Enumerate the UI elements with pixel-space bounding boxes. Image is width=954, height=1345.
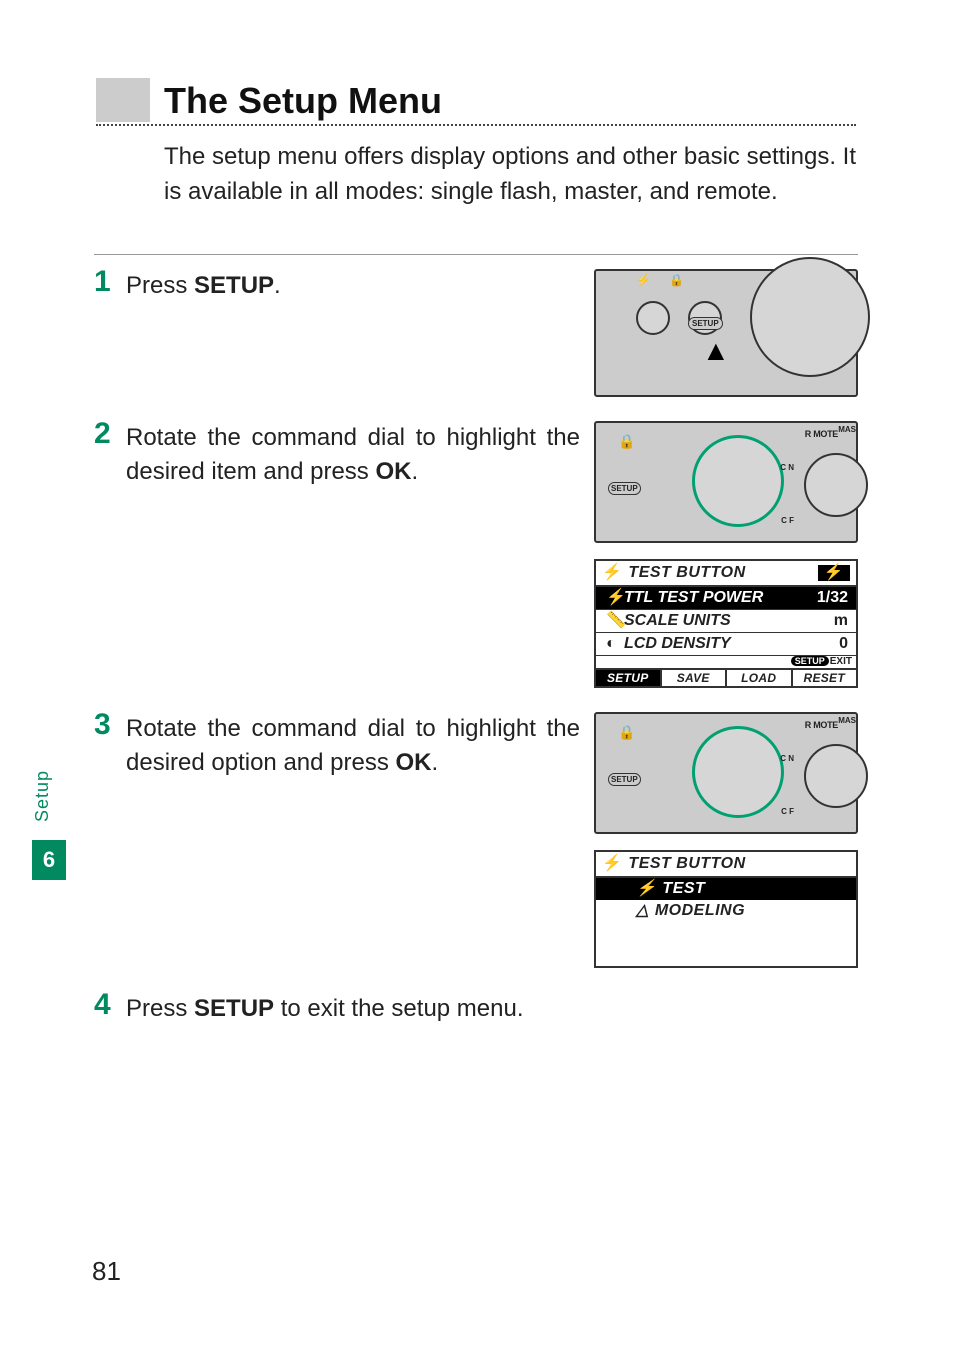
flash-icon: ⚡ — [636, 273, 651, 287]
lcd-title: TEST BUTTON — [628, 856, 745, 872]
master-label: MAS — [838, 425, 856, 434]
step-3: 3 Rotate the command dial to highlight t… — [94, 712, 858, 968]
setup-label: SETUP — [608, 482, 641, 495]
step-number: 3 — [94, 708, 126, 968]
lcd-setup-menu: ⚡ TEST BUTTON ⚡ ⚡ TTL TEST POWER 1/32 📏 … — [594, 559, 858, 688]
flash-icon: ⚡ — [636, 881, 656, 897]
remote-label: R MOTE — [805, 429, 838, 439]
foot-setup: SETUP — [596, 670, 662, 686]
up-arrow-icon: ▲ — [702, 335, 730, 367]
menu-row-scale-units: 📏 SCALE UNITS m — [596, 610, 856, 633]
heading-marker — [96, 78, 150, 122]
command-dial-highlight — [692, 435, 784, 527]
flash-icon: ⚡ — [602, 856, 622, 872]
setup-label: SETUP — [688, 317, 723, 330]
off-label: C F — [781, 516, 794, 525]
on-label: C N — [780, 754, 794, 763]
off-label: C F — [781, 807, 794, 816]
menu-row-lcd-density: ◐ LCD DENSITY 0 — [596, 633, 856, 656]
lcd-footer: SETUP SAVE LOAD RESET — [596, 670, 856, 686]
step-number: 2 — [94, 417, 126, 688]
foot-load: LOAD — [727, 670, 793, 686]
heading-block: The Setup Menu The setup menu offers dis… — [96, 78, 856, 210]
side-tab: Setup 6 — [32, 770, 66, 880]
device-illustration-dial: 🔒 SETUP R MOTE MAS C N C F — [594, 421, 858, 543]
scale-icon: 📏 — [606, 613, 624, 629]
flash-button — [636, 301, 670, 335]
setup-label: SETUP — [608, 773, 641, 786]
step-4: 4 Press SETUP to exit the setup menu. — [94, 992, 858, 1026]
foot-save: SAVE — [662, 670, 728, 686]
on-label: C N — [780, 463, 794, 472]
section-label: Setup — [32, 770, 53, 822]
heading-underline — [96, 124, 856, 126]
master-label: MAS — [838, 716, 856, 725]
chapter-number: 6 — [32, 840, 66, 880]
device-illustration-setup-button: ⚡ 🔒 SETUP ▲ — [594, 269, 858, 397]
step-2: 2 Rotate the command dial to highlight t… — [94, 421, 858, 688]
step-text: Rotate the command dial to highlight the… — [126, 712, 594, 968]
step-text: Press SETUP. — [126, 269, 594, 397]
lock-icon: 🔒 — [618, 724, 635, 741]
flash-icon: ⚡ — [602, 565, 622, 581]
modeling-icon: △ — [636, 903, 649, 919]
steps-list: 1 Press SETUP. ⚡ 🔒 SETUP ▲ — [94, 254, 858, 1050]
intro-text: The setup menu offers display options an… — [164, 140, 856, 210]
device-illustration-dial: 🔒 SETUP R MOTE MAS C N C F — [594, 712, 858, 834]
foot-reset: RESET — [793, 670, 857, 686]
lock-icon: 🔒 — [669, 273, 684, 287]
command-dial-highlight — [692, 726, 784, 818]
step-number: 4 — [94, 988, 126, 1026]
power-dial — [804, 744, 868, 808]
lock-icon: 🔒 — [618, 433, 635, 450]
remote-label: R MOTE — [805, 720, 838, 730]
contrast-icon: ◐ — [606, 636, 624, 652]
step-1: 1 Press SETUP. ⚡ 🔒 SETUP ▲ — [94, 269, 858, 397]
step-text: Rotate the command dial to highlight the… — [126, 421, 594, 688]
step-number: 1 — [94, 265, 126, 397]
flash-icon: ⚡ — [818, 565, 850, 581]
page-number: 81 — [92, 1256, 121, 1287]
lcd-test-button-menu: ⚡ TEST BUTTON ⚡ TEST △ MODELING — [594, 850, 858, 968]
lcd-title: TEST BUTTON — [628, 565, 745, 581]
flash-icon: ⚡ — [606, 590, 624, 606]
exit-hint: SETUPEXIT — [596, 656, 856, 670]
power-dial — [804, 453, 868, 517]
step-text: Press SETUP to exit the setup menu. — [126, 992, 858, 1026]
option-modeling: △ MODELING — [596, 900, 856, 922]
menu-row-ttl-test-power: ⚡ TTL TEST POWER 1/32 — [596, 587, 856, 610]
page-title: The Setup Menu — [164, 80, 442, 122]
option-test: ⚡ TEST — [596, 878, 856, 900]
command-dial — [750, 257, 870, 377]
